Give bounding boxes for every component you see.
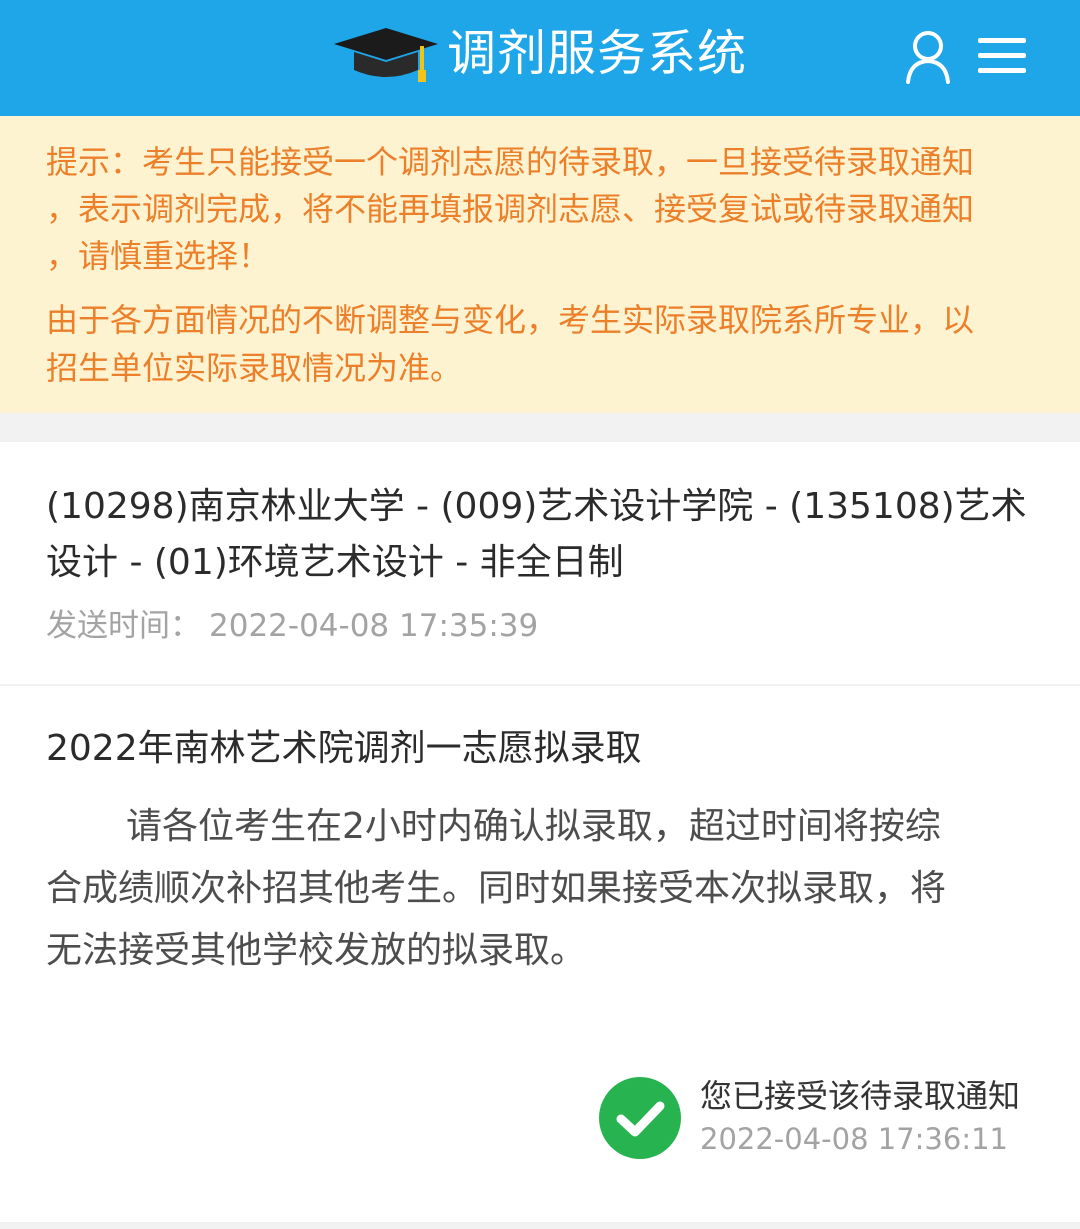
notice-line: ，表示调剂完成，将不能再填报调剂志愿、接受复试或待录取通知 bbox=[46, 190, 975, 228]
user-button[interactable] bbox=[898, 28, 958, 86]
message-body-line: 无法接受其他学校发放的拟录取。 bbox=[46, 930, 587, 971]
sent-time-value: 2022-04-08 17:35:39 bbox=[209, 608, 539, 644]
hamburger-menu-icon bbox=[978, 38, 1026, 73]
accepted-status-time: 2022-04-08 17:36:11 bbox=[700, 1122, 1008, 1156]
sent-time: 发送时间： 2022-04-08 17:35:39 bbox=[46, 606, 538, 646]
program-info-line: 设计 - (01)环境艺术设计 - 非全日制 bbox=[46, 542, 624, 583]
sent-time-label: 发送时间： bbox=[46, 608, 201, 644]
message-body-line: 请各位考生在2小时内确认拟录取，超过时间将按综 bbox=[126, 806, 941, 847]
notice-line: 招生单位实际录取情况为准。 bbox=[46, 349, 463, 387]
notice-line: 提示：考生只能接受一个调剂志愿的待录取，一旦接受待录取通知 bbox=[46, 143, 975, 181]
check-circle-icon bbox=[599, 1077, 681, 1159]
message-body-line: 合成绩顺次补招其他考生。同时如果接受本次拟录取，将 bbox=[46, 868, 947, 909]
app-title: 调剂服务系统 bbox=[447, 25, 748, 82]
menu-button[interactable] bbox=[974, 32, 1030, 80]
notice-banner: 提示：考生只能接受一个调剂志愿的待录取，一旦接受待录取通知 ，表示调剂完成，将不… bbox=[0, 116, 1080, 413]
message-title: 2022年南林艺术院调剂一志愿拟录取 bbox=[46, 728, 642, 769]
program-card: (10298)南京林业大学 - (009)艺术设计学院 - (135108)艺术… bbox=[0, 442, 1080, 684]
notice-line: 由于各方面情况的不断调整与变化，考生实际录取院系所专业，以 bbox=[46, 301, 975, 339]
program-info-line: (10298)南京林业大学 - (009)艺术设计学院 - (135108)艺术 bbox=[46, 486, 1027, 527]
user-icon bbox=[906, 31, 950, 84]
graduation-cap-icon bbox=[334, 28, 438, 82]
accepted-status-text: 您已接受该待录取通知 bbox=[700, 1077, 1021, 1115]
notice-line: ，请慎重选择！ bbox=[46, 237, 271, 275]
message-card: 2022年南林艺术院调剂一志愿拟录取 请各位考生在2小时内确认拟录取，超过时间将… bbox=[0, 686, 1080, 1222]
app-header: 调剂服务系统 bbox=[0, 0, 1080, 116]
